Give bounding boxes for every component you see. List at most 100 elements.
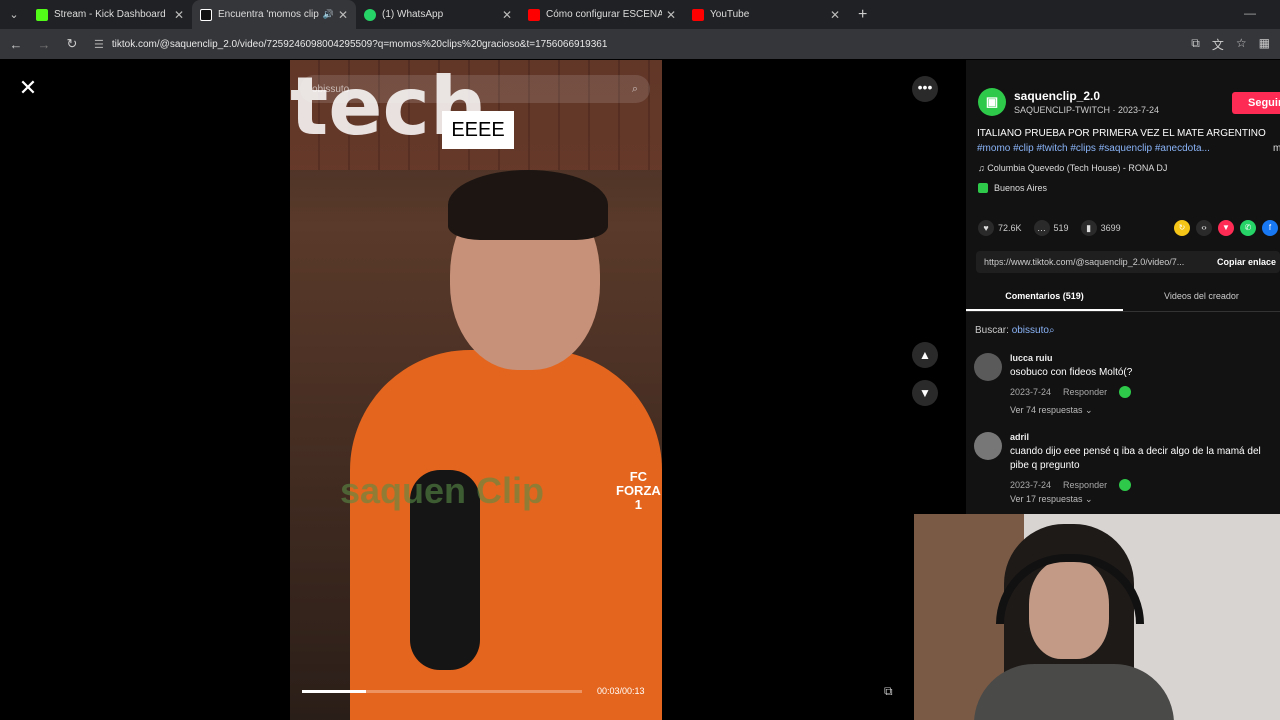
location-label: Buenos Aires [994, 183, 1048, 193]
video-watermark: saquen Clip [340, 470, 545, 511]
address-bar: ← → ↻ ☰ tiktok.com/@saquenclip_2.0/video… [0, 29, 1280, 59]
reload-icon[interactable]: ↻ [60, 36, 84, 52]
avatar[interactable]: ▣ [978, 88, 1006, 116]
search-query[interactable]: obissuto [1012, 325, 1049, 336]
author-username[interactable]: saquenclip_2.0 [1014, 89, 1159, 103]
author-meta: SAQUENCLIP-TWITCH · 2023-7-24 [1014, 105, 1160, 115]
new-tab-button[interactable]: + [858, 6, 867, 24]
video-player[interactable]: tech saquen Clip FC FORZA 1 [290, 60, 662, 720]
comment-text: osobuco con fideos Moltó(? [1010, 367, 1133, 378]
save-stat[interactable]: ▮ 3699 [1080, 220, 1121, 236]
location-icon [978, 183, 988, 193]
youtube-icon [692, 8, 704, 21]
follow-button[interactable]: Seguir [1232, 92, 1280, 114]
close-tab-icon[interactable]: ✕ [666, 8, 676, 22]
video-progress-fill [302, 690, 367, 693]
tab-youtube[interactable]: YouTube ✕ [684, 0, 848, 29]
reply-button[interactable]: Responder [1063, 387, 1107, 397]
like-stat[interactable]: ♥ 72.6K [978, 220, 1022, 236]
tab-search-icon[interactable]: ⌄ [0, 0, 28, 29]
comment-item: lucca ruiu osobuco con fideos Moltó(? 20… [974, 353, 1270, 416]
close-tab-icon[interactable]: ✕ [338, 8, 348, 22]
bookmark-icon: ▮ [1080, 220, 1097, 236]
video-timecode: 00:03/00:13 [597, 686, 645, 696]
related-search[interactable]: Buscar: obissuto⌕ [975, 325, 1055, 336]
search-label: Buscar: [975, 325, 1009, 336]
tab-creator-videos[interactable]: Videos del creador [1123, 286, 1280, 311]
jersey-badge: FC FORZA 1 [616, 470, 661, 512]
tab-title: YouTube [710, 9, 750, 20]
chevron-down-icon[interactable]: ▼ [912, 380, 938, 406]
close-tab-icon[interactable]: ✕ [502, 8, 512, 22]
share-link-box: https://www.tiktok.com/@saquenclip_2.0/v… [976, 251, 1280, 273]
embed-icon[interactable]: ‹› [1196, 220, 1212, 236]
send-icon[interactable]: ▼ [1218, 220, 1234, 236]
avatar[interactable] [974, 432, 1002, 460]
jersey-line: 1 [634, 497, 642, 512]
view-replies-button[interactable]: Ver 17 respuestas ⌄ [1010, 494, 1270, 505]
bookmark-star-icon[interactable]: ☆ [1236, 36, 1247, 53]
close-tab-icon[interactable]: ✕ [830, 8, 840, 22]
tab-kick[interactable]: Stream - Kick Dashboard ✕ [28, 0, 192, 29]
post-hashtags[interactable]: #momo #clip #twitch #clips #saquenclip #… [977, 143, 1277, 154]
install-icon[interactable]: ⧉ [1191, 36, 1200, 53]
tab-title: Encuentra 'momos clips gr... [218, 9, 319, 20]
share-link[interactable]: https://www.tiktok.com/@saquenclip_2.0/v… [984, 257, 1184, 267]
panel-tabs: Comentarios (519) Videos del creador [966, 286, 1280, 312]
tiktok-icon [200, 8, 212, 21]
view-replies-button[interactable]: Ver 74 respuestas ⌄ [1010, 405, 1270, 416]
webcam-overlay [914, 514, 1280, 720]
heart-icon: ♥ [978, 220, 994, 236]
post-location[interactable]: Buenos Aires [978, 183, 1047, 193]
tab-whatsapp[interactable]: (1) WhatsApp ✕ [356, 0, 520, 29]
whatsapp-share-icon[interactable]: ✆ [1240, 220, 1256, 236]
more-link[interactable]: m [1273, 143, 1280, 154]
comment-date: 2023-7-24 [1010, 480, 1052, 490]
author-block[interactable]: ▣ saquenclip_2.0 SAQUENCLIP-TWITCH · 202… [978, 88, 1159, 116]
search-icon[interactable]: ⌕ [1049, 325, 1055, 336]
facebook-icon[interactable]: f [1262, 220, 1278, 236]
post-description: ITALIANO PRUEBA POR PRIMERA VEZ EL MATE … [977, 128, 1266, 139]
search-icon[interactable]: ⌕ [632, 83, 638, 96]
youtube-icon [528, 8, 540, 21]
comment-count: 519 [1053, 223, 1069, 233]
post-music[interactable]: ♫ Columbia Quevedo (Tech House) - RONA D… [978, 163, 1167, 173]
extensions-icon[interactable]: ▦ [1259, 36, 1270, 53]
repost-icon[interactable]: ↻ [1174, 220, 1190, 236]
url-field[interactable]: ☰ tiktok.com/@saquenclip_2.0/video/72592… [94, 33, 1191, 55]
forward-icon[interactable]: → [32, 37, 56, 52]
copy-link-button[interactable]: Copiar enlace [1217, 257, 1280, 267]
jersey-line: FC [629, 469, 648, 484]
back-icon[interactable]: ← [4, 37, 28, 52]
more-icon[interactable]: ••• [912, 76, 938, 102]
close-tab-icon[interactable]: ✕ [174, 8, 184, 22]
minimize-icon[interactable]: — [1244, 6, 1256, 20]
jersey-line: FORZA [616, 483, 661, 498]
close-icon[interactable]: ✕ [16, 76, 40, 100]
webcam-body [974, 664, 1174, 720]
like-count: 72.6K [998, 223, 1022, 233]
tab-comments[interactable]: Comentarios (519) [966, 286, 1123, 311]
tab-tiktok[interactable]: Encuentra 'momos clips gr... 🔊 ✕ [192, 0, 356, 29]
comment-stat[interactable]: … 519 [1033, 220, 1069, 236]
audio-icon[interactable]: 🔊 [323, 9, 334, 20]
reaction-icon [1119, 386, 1132, 398]
reaction-icon [1119, 479, 1132, 491]
tab-title: (1) WhatsApp [382, 9, 444, 20]
video-search-input[interactable]: obissuto ⌕ [300, 75, 650, 103]
comment-author[interactable]: lucca ruiu [1010, 353, 1270, 363]
reply-button[interactable]: Responder [1063, 480, 1107, 490]
whatsapp-icon [364, 8, 376, 21]
video-caption: EEEE [442, 111, 514, 149]
avatar[interactable] [974, 353, 1002, 381]
tab-youtube-config[interactable]: Cómo configurar ESCENAS y F... ✕ [520, 0, 684, 29]
chevron-up-icon[interactable]: ▲ [912, 342, 938, 368]
person-hair [448, 170, 608, 240]
pip-icon[interactable]: ⧉ [884, 684, 893, 699]
share-buttons: ↻ ‹› ▼ ✆ f [1174, 220, 1278, 236]
browser-tab-bar: ⌄ Stream - Kick Dashboard ✕ Encuentra 'm… [0, 0, 1280, 29]
comment-author[interactable]: adril [1010, 432, 1270, 442]
translate-icon[interactable]: 文 [1212, 36, 1224, 53]
video-progress-bar[interactable] [302, 690, 582, 693]
site-info-icon[interactable]: ☰ [94, 38, 104, 51]
